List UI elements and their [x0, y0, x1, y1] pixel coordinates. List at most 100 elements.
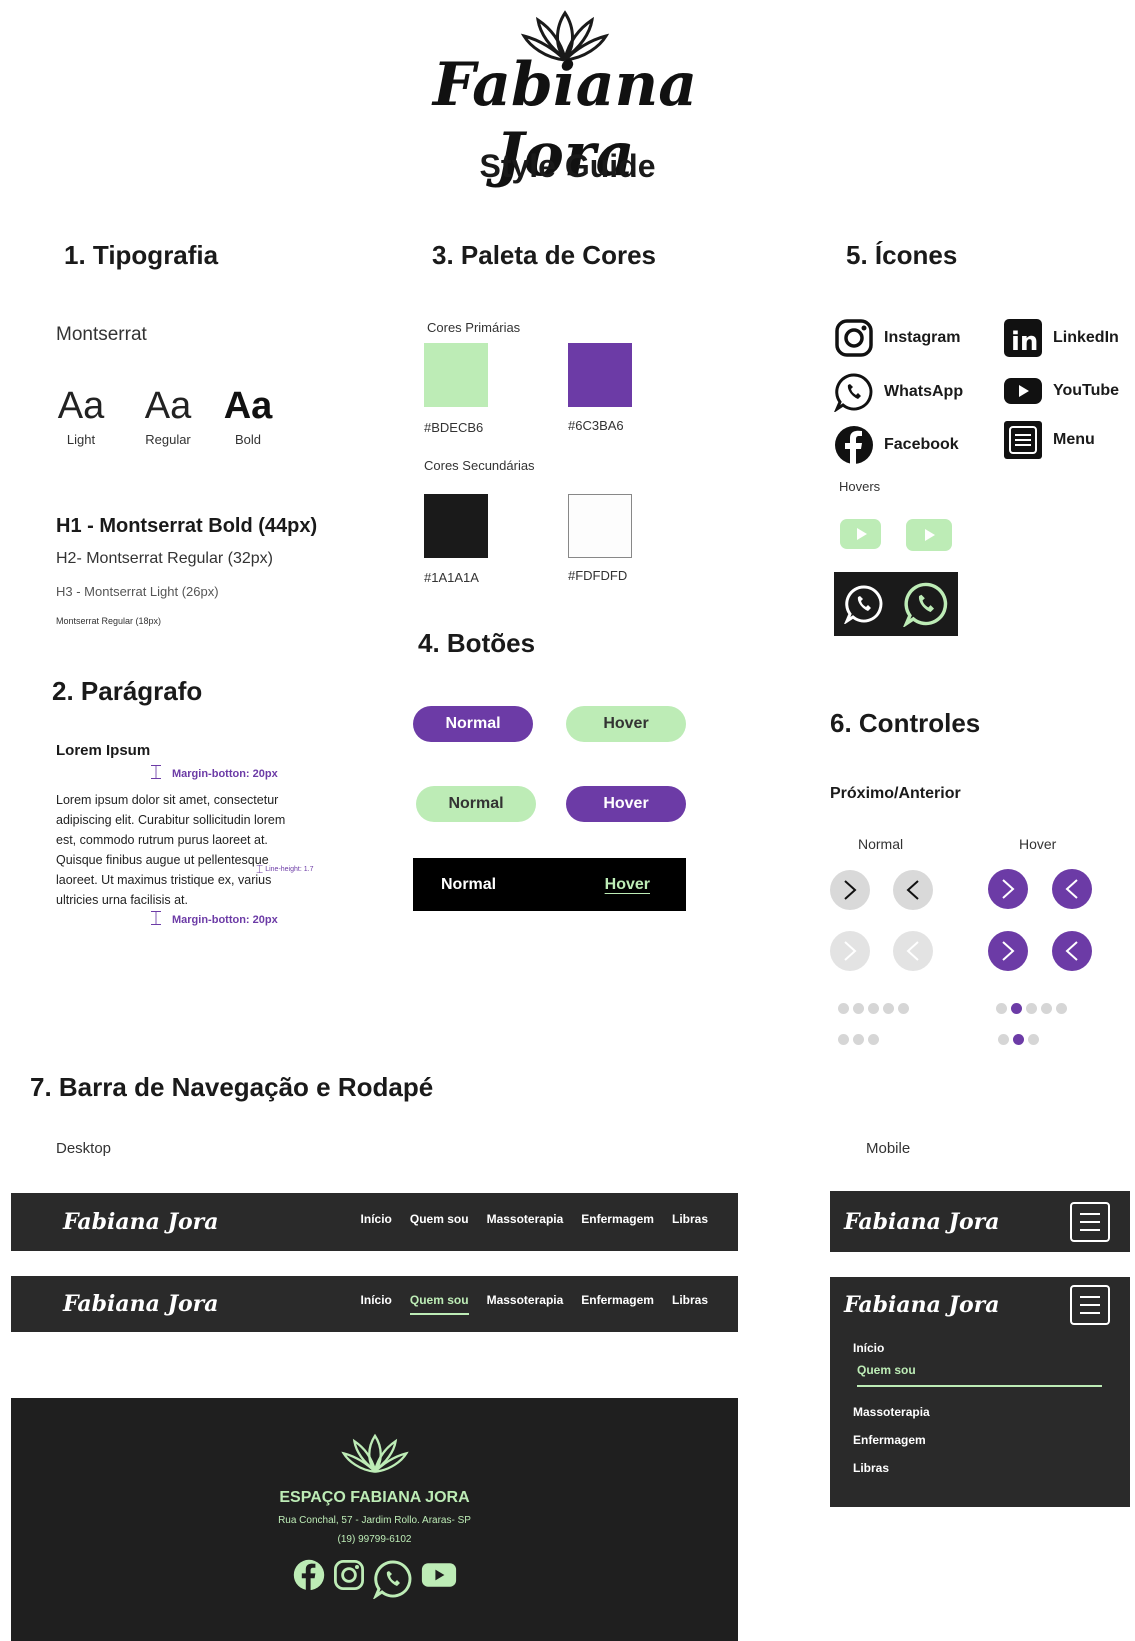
hamburger-menu-button[interactable] — [1070, 1201, 1110, 1242]
instagram-icon[interactable] — [333, 1559, 365, 1591]
sample-light: Aa Light — [57, 385, 105, 447]
swatch-light-label: #FDFDFD — [568, 568, 628, 583]
footer-social-icons — [11, 1559, 738, 1599]
body-spec: Montserrat Regular (18px) — [56, 616, 162, 626]
whatsapp-icon — [902, 582, 947, 627]
chevron-left-icon — [1065, 879, 1078, 899]
button-normal-purple[interactable]: Normal — [413, 706, 533, 742]
navbar-logo[interactable]: Fabiana Jora — [830, 1209, 1000, 1235]
swatch-light — [568, 494, 632, 558]
spacing-icon: ⌶ — [150, 762, 162, 784]
button-dark-bar: Normal Hover — [413, 858, 686, 911]
nav-link-enfermagem[interactable]: Enfermagem — [581, 1293, 654, 1315]
nav-link-enfermagem[interactable]: Enfermagem — [581, 1212, 654, 1232]
pagination-dots-normal-5[interactable] — [838, 1003, 909, 1014]
whatsapp-icon — [834, 373, 873, 412]
nav-link-libras[interactable]: Libras — [672, 1212, 708, 1232]
next-button-hover[interactable] — [988, 869, 1028, 909]
button-hover-dark[interactable]: Hover — [605, 876, 650, 894]
icon-youtube[interactable]: YouTube — [1003, 375, 1119, 407]
nav-links: Início Quem sou Massoterapia Enfermagem … — [361, 1212, 738, 1232]
prev-button-normal[interactable] — [893, 870, 933, 910]
prev-button-active[interactable] — [1052, 931, 1092, 971]
navigation-heading: 7. Barra de Navegação e Rodapé — [30, 1072, 434, 1102]
pagination-dots-hover-3[interactable] — [998, 1034, 1039, 1045]
nav-link-inicio[interactable]: Início — [361, 1212, 392, 1232]
mobile-navbar-open: Fabiana Jora Início Quem sou Massoterapi… — [830, 1277, 1130, 1507]
swatch-dark — [424, 494, 488, 558]
whatsapp-icon — [843, 585, 882, 624]
lotus-icon — [340, 1433, 409, 1473]
primary-colors-label: Cores Primárias — [427, 320, 521, 335]
mobile-link-libras[interactable]: Libras — [853, 1461, 1130, 1475]
typography-heading: 1. Tipografia — [64, 240, 219, 270]
controls-heading: 6. Controles — [830, 708, 981, 738]
desktop-navbar-hover: Fabiana Jora Início Quem sou Massoterapi… — [11, 1276, 738, 1332]
nav-link-inicio[interactable]: Início — [361, 1293, 392, 1315]
youtube-hover-icon — [906, 519, 952, 551]
desktop-navbar: Fabiana Jora Início Quem sou Massoterapi… — [11, 1193, 738, 1251]
next-button-disabled[interactable] — [830, 931, 870, 971]
button-normal-green[interactable]: Normal — [416, 786, 536, 822]
controls-normal-label: Normal — [858, 836, 904, 852]
button-hover-purple[interactable]: Hover — [566, 786, 686, 822]
icon-linkedin[interactable]: in LinkedIn — [1003, 318, 1119, 358]
mobile-link-massoterapia[interactable]: Massoterapia — [853, 1405, 1130, 1419]
icon-whatsapp[interactable]: WhatsApp — [834, 372, 963, 412]
swatch-purple-label: #6C3BA6 — [568, 418, 624, 433]
margin-bottom-indicator: ⌶ Margin-botton: 20px — [150, 908, 278, 930]
pagination-dots-normal-3[interactable] — [838, 1034, 879, 1045]
nav-links: Início Quem sou Massoterapia Enfermagem … — [361, 1293, 738, 1315]
next-button-normal[interactable] — [830, 870, 870, 910]
youtube-icon[interactable] — [421, 1559, 457, 1591]
chevron-right-icon — [1002, 879, 1015, 899]
navbar-logo[interactable]: Fabiana Jora — [11, 1209, 219, 1235]
nav-link-quem-sou[interactable]: Quem sou — [409, 1293, 469, 1315]
icon-facebook[interactable]: Facebook — [834, 425, 959, 465]
chevron-right-icon — [844, 880, 857, 900]
mobile-link-inicio[interactable]: Início — [853, 1341, 1130, 1355]
footer: ESPAÇO FABIANA JORA Rua Conchal, 57 - Ja… — [11, 1398, 738, 1641]
navbar-logo[interactable]: Fabiana Jora — [844, 1292, 1000, 1318]
button-normal-dark[interactable]: Normal — [441, 876, 496, 894]
prev-button-hover[interactable] — [1052, 869, 1092, 909]
swatch-purple — [568, 343, 632, 407]
chevron-right-icon — [844, 941, 857, 961]
mobile-navbar: Fabiana Jora — [830, 1191, 1130, 1252]
svg-text:in: in — [1011, 327, 1038, 357]
prev-button-disabled[interactable] — [893, 931, 933, 971]
hamburger-menu-button[interactable] — [1070, 1285, 1110, 1325]
paragraph-body: Lorem ipsum dolor sit amet, consectetur … — [56, 793, 286, 907]
mobile-link-enfermagem[interactable]: Enfermagem — [853, 1433, 1130, 1447]
youtube-hover-icon — [840, 519, 881, 549]
palette-heading: 3. Paleta de Cores — [432, 240, 656, 270]
icon-instagram[interactable]: Instagram — [834, 318, 960, 358]
nav-link-massoterapia[interactable]: Massoterapia — [487, 1212, 564, 1232]
footer-name: ESPAÇO FABIANA JORA — [279, 1489, 470, 1506]
facebook-icon[interactable] — [293, 1559, 325, 1591]
mobile-link-quem-sou[interactable]: Quem sou — [857, 1363, 1102, 1387]
nav-link-libras[interactable]: Libras — [672, 1293, 708, 1315]
button-hover-green[interactable]: Hover — [566, 706, 686, 742]
nav-link-quem-sou[interactable]: Quem sou — [410, 1212, 469, 1232]
footer-phone: (19) 99799-6102 — [337, 1534, 412, 1545]
whatsapp-icon[interactable] — [372, 1559, 413, 1599]
h2-spec: H2- Montserrat Regular (32px) — [56, 550, 273, 567]
swatch-green — [424, 343, 488, 407]
secondary-colors-label: Cores Secundárias — [424, 458, 535, 473]
controls-subheading: Próximo/Anterior — [830, 785, 961, 802]
navbar-logo[interactable]: Fabiana Jora — [11, 1291, 219, 1317]
icons-heading: 5. Ícones — [846, 240, 958, 270]
sample-regular: Aa Regular — [144, 385, 192, 447]
youtube-icon — [1004, 378, 1042, 404]
menu-icon — [1004, 421, 1042, 459]
margin-top-indicator: ⌶ Margin-botton: 20px — [150, 762, 278, 784]
icon-menu[interactable]: Menu — [1003, 420, 1095, 460]
next-button-active[interactable] — [988, 931, 1028, 971]
mobile-menu-links: Início Quem sou Massoterapia Enfermagem … — [830, 1325, 1130, 1475]
desktop-label: Desktop — [56, 1140, 112, 1157]
pagination-dots-hover-5[interactable] — [996, 1003, 1067, 1014]
nav-link-massoterapia[interactable]: Massoterapia — [487, 1293, 564, 1315]
whatsapp-hover-panel — [834, 572, 958, 636]
chevron-left-icon — [906, 880, 919, 900]
